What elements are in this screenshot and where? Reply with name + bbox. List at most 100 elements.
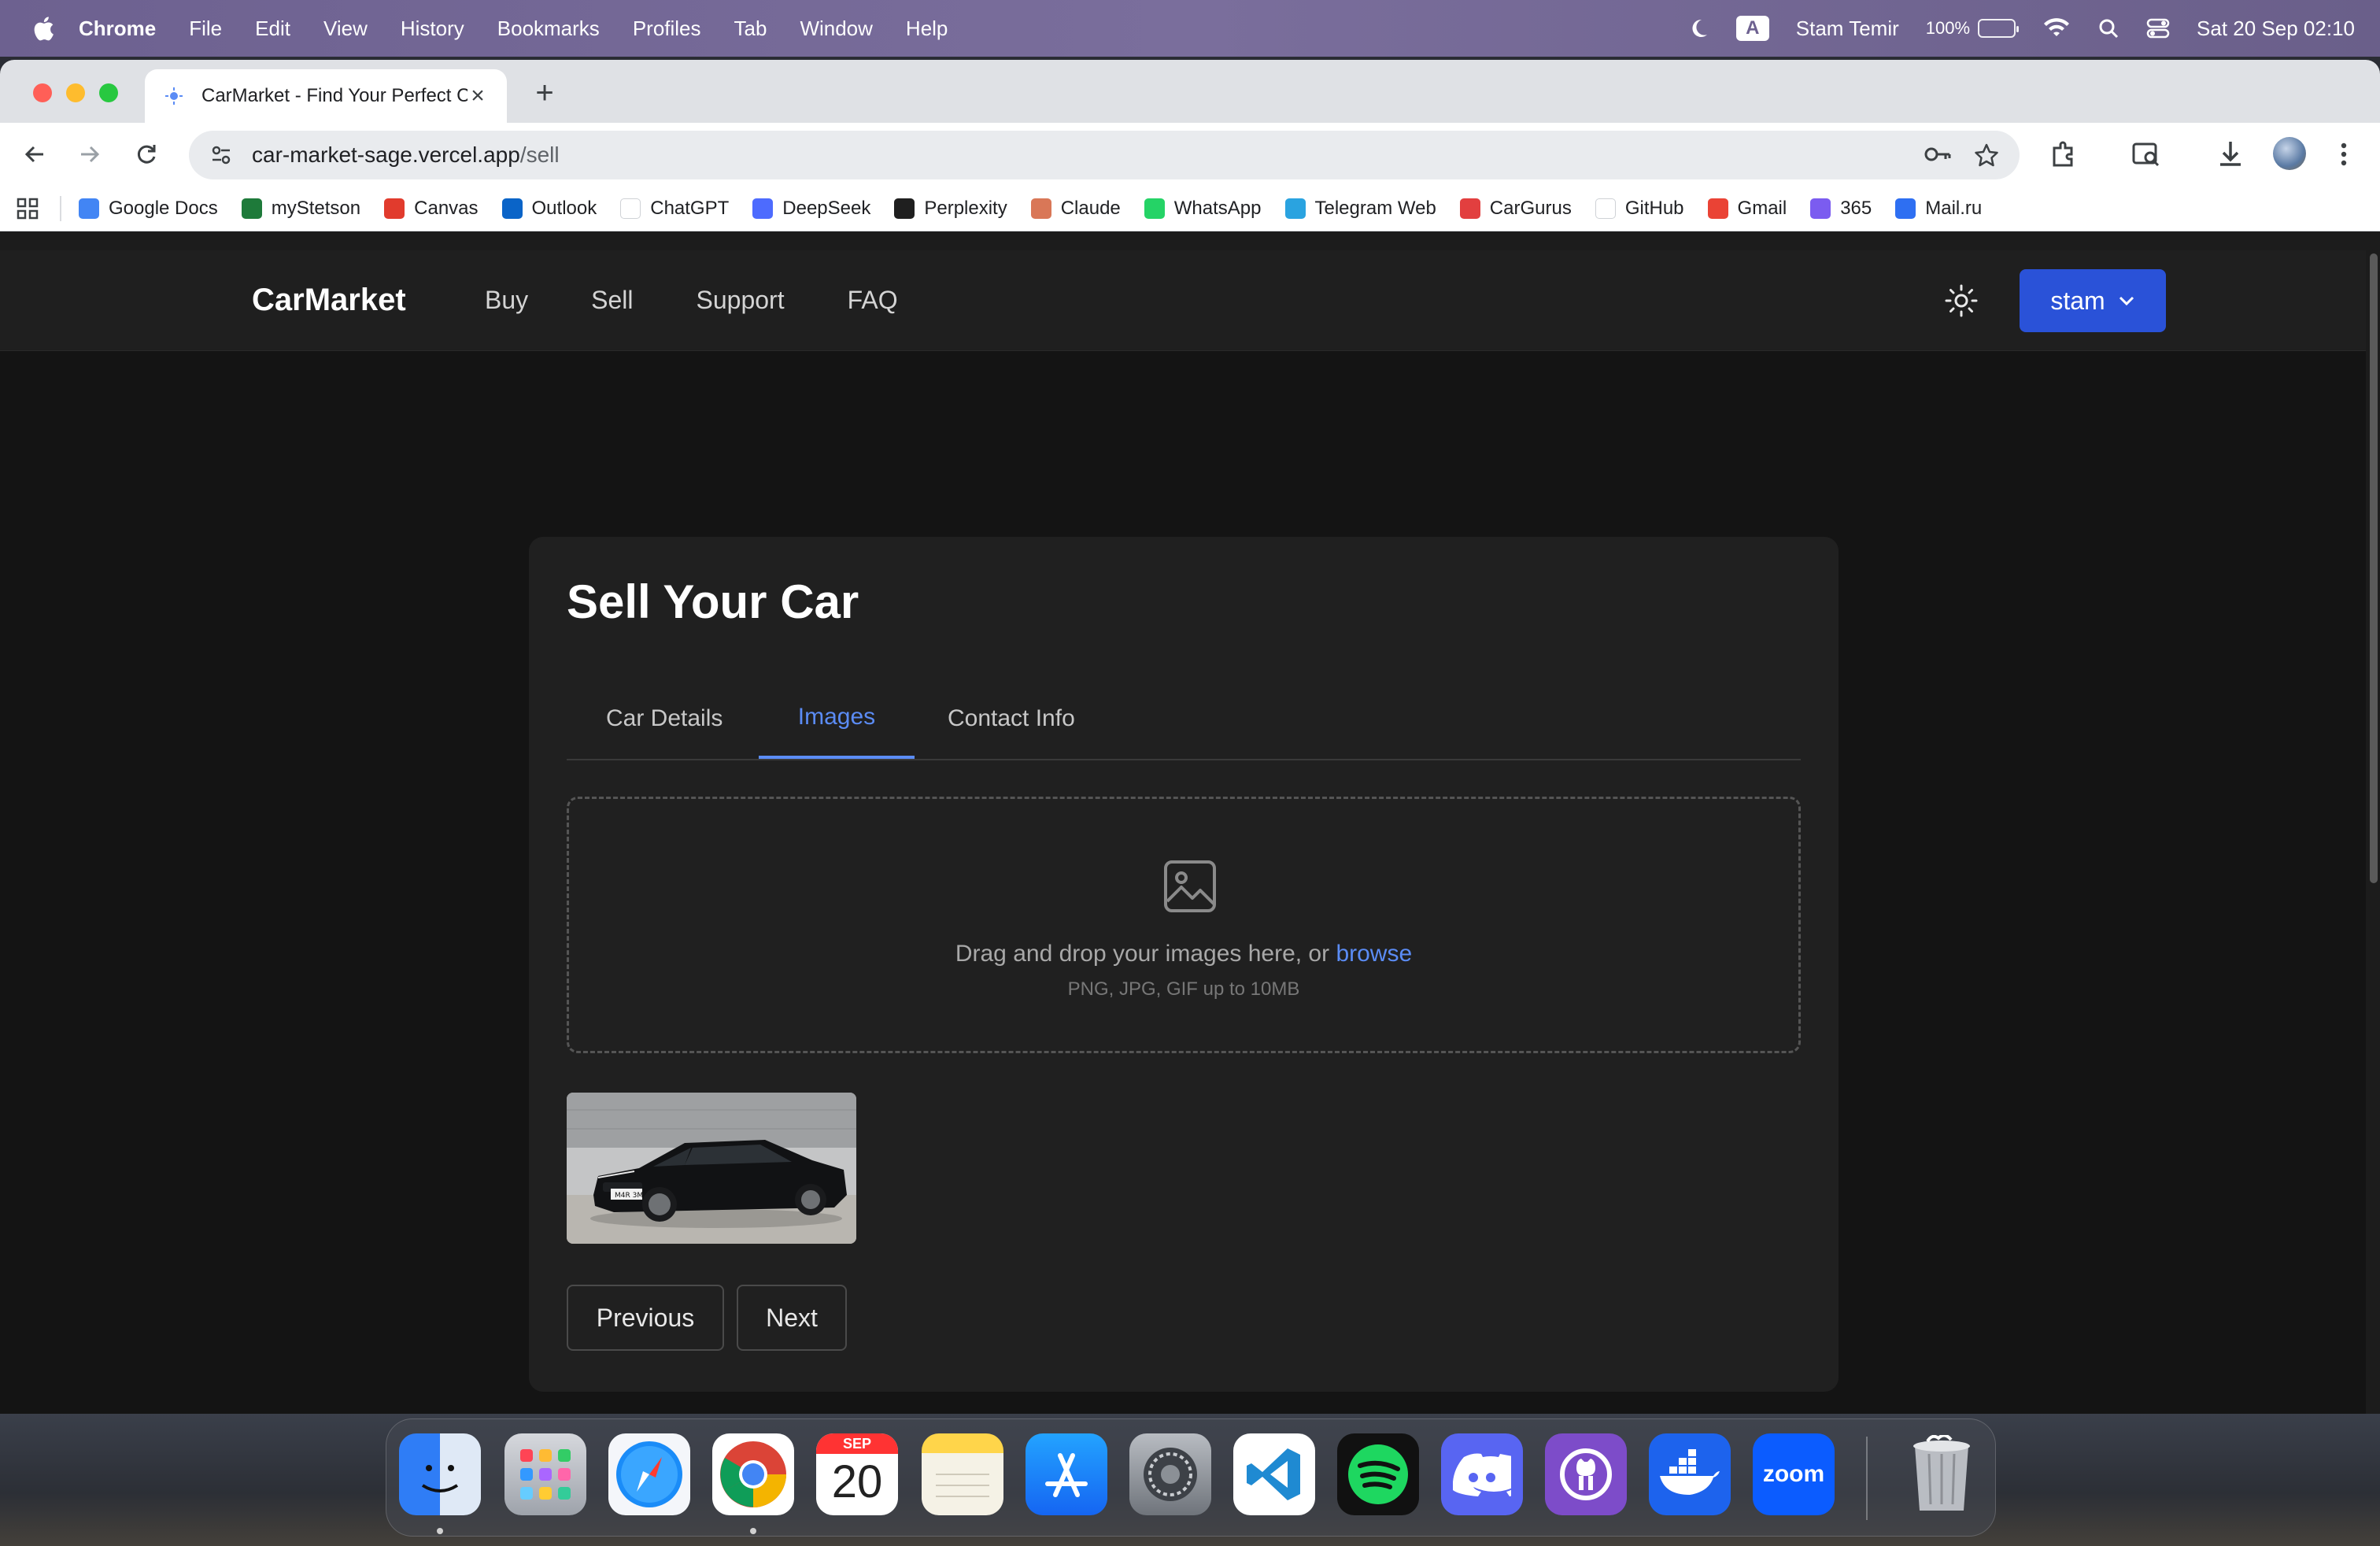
profile-avatar[interactable] [2273,137,2306,170]
chrome-icon[interactable] [712,1433,794,1515]
menubar-user-name[interactable]: Stam Temir [1796,17,1899,41]
tab-close-icon[interactable]: × [468,84,488,108]
nav-support[interactable]: Support [697,286,785,315]
wifi-icon[interactable] [2042,17,2071,39]
bookmark-outlook[interactable]: Outlook [501,198,597,220]
zoom-icon[interactable]: zoom [1753,1433,1835,1515]
forward-button[interactable] [72,137,107,172]
bookmark-telegram-web[interactable]: Telegram Web [1284,198,1436,220]
notes-icon[interactable] [922,1433,1003,1515]
do-not-disturb-moon-icon[interactable] [1687,17,1709,39]
menu-bookmarks[interactable]: Bookmarks [497,17,600,41]
downloads-icon[interactable] [2216,139,2245,168]
calendar-icon[interactable]: SEP 20 [816,1433,898,1515]
menu-app-chrome[interactable]: Chrome [79,17,156,41]
menu-help[interactable]: Help [906,17,948,41]
finder-icon[interactable] [399,1433,481,1515]
tab-search-icon[interactable] [2131,140,2161,168]
bookmark-label: myStetson [271,197,361,219]
deepseek-icon [752,198,774,219]
menu-file[interactable]: File [189,17,222,41]
apple-logo-icon[interactable] [31,15,55,42]
extensions-puzzle-icon[interactable] [2049,140,2078,168]
menu-tab[interactable]: Tab [734,17,767,41]
apps-grid-icon[interactable] [16,197,39,220]
page-scrollbar[interactable] [2366,250,2380,1414]
trash-bin-icon [1913,1435,1970,1511]
url-text[interactable]: car-market-sage.vercel.app/sell [252,142,1924,168]
bookmark-label: DeepSeek [782,197,871,219]
chrome-menu-kebab-icon[interactable] [2336,140,2352,168]
battery-percent: 100% [1925,18,1971,38]
menu-profiles[interactable]: Profiles [633,17,701,41]
image-dropzone[interactable]: Drag and drop your images here, or brows… [567,797,1801,1053]
bookmark-claude[interactable]: Claude [1030,198,1121,220]
back-button[interactable] [17,137,52,172]
password-key-icon[interactable] [1924,142,1952,166]
menu-history[interactable]: History [401,17,464,41]
trash-icon[interactable] [1901,1433,1983,1515]
bookmark-list: Google Docs myStetson Canvas Outlook ChatGPT… [79,198,2005,220]
tab-contact-info[interactable]: Contact Info [948,705,1089,760]
tab-car-details[interactable]: Car Details [606,705,724,760]
nav-sell[interactable]: Sell [591,286,633,315]
github-desktop-icon[interactable] [1545,1433,1627,1515]
discord-icon[interactable] [1441,1433,1523,1515]
browser-tab-carmarket[interactable]: CarMarket - Find Your Perfect Car × [145,69,507,123]
bookmark-github[interactable]: GitHub [1595,198,1684,220]
bookmark-mail-ru[interactable]: Mail.ru [1895,198,1982,220]
input-source-icon[interactable]: A [1735,16,1769,41]
window-controls [33,83,118,102]
menu-window[interactable]: Window [800,17,872,41]
bookmark-cargurus[interactable]: CarGurus [1459,198,1572,220]
bookmark-google-docs[interactable]: Google Docs [79,198,218,220]
bookmark-gmail[interactable]: Gmail [1707,198,1787,220]
bookmark-star-icon[interactable] [1974,142,1999,168]
uploaded-image-thumbnail[interactable]: M4R 3M [567,1093,856,1244]
battery-status[interactable]: 100% [1925,18,2020,39]
spotlight-search-icon[interactable] [2097,17,2119,39]
user-menu-button[interactable]: stam [2020,269,2166,332]
bookmark-365[interactable]: 365 [1810,198,1872,220]
bookmark-whatsapp[interactable]: WhatsApp [1144,198,1262,220]
site-info-icon[interactable] [209,143,233,167]
browser-toolbar: car-market-sage.vercel.app/sell [0,123,2380,186]
address-bar[interactable]: car-market-sage.vercel.app/sell [189,131,2020,179]
window-close-button[interactable] [33,83,52,102]
tab-images[interactable]: Images [759,704,915,759]
bookmark-label: Google Docs [109,197,218,219]
safari-icon[interactable] [608,1433,690,1515]
control-center-icon[interactable] [2146,17,2170,39]
menu-view[interactable]: View [323,17,368,41]
next-button[interactable]: Next [737,1285,847,1351]
docker-icon[interactable] [1649,1433,1731,1515]
spotify-icon[interactable] [1337,1433,1419,1515]
site-logo[interactable]: CarMarket [252,283,406,318]
window-minimize-button[interactable] [66,83,85,102]
calendar-day: 20 [831,1456,883,1507]
previous-button[interactable]: Previous [567,1285,724,1351]
scrollbar-thumb[interactable] [2370,253,2378,883]
bookmark-deepseek[interactable]: DeepSeek [752,198,870,220]
menu-edit[interactable]: Edit [255,17,290,41]
system-settings-icon[interactable] [1129,1433,1211,1515]
nav-faq[interactable]: FAQ [848,286,898,315]
bookmark-perplexity[interactable]: Perplexity [894,198,1007,220]
bookmark-canvas[interactable]: Canvas [384,198,479,220]
whatsapp-icon [1144,198,1165,219]
back-arrow-icon [24,146,43,163]
theme-toggle-sun-icon[interactable] [1944,283,1979,318]
nav-buy[interactable]: Buy [485,286,528,315]
menubar-clock[interactable]: Sat 20 Sep 02:10 [2197,17,2355,41]
browse-link[interactable]: browse [1336,941,1412,967]
app-store-icon[interactable] [1026,1433,1107,1515]
launchpad-icon[interactable] [504,1433,586,1515]
new-tab-button[interactable]: + [529,77,560,109]
bookmark-chatgpt[interactable]: ChatGPT [620,198,729,220]
bookmark-mystetson[interactable]: myStetson [241,197,361,220]
finder-face-icon [421,1465,459,1492]
vscode-logo-icon [1247,1448,1300,1500]
window-maximize-button[interactable] [99,83,118,102]
reload-button[interactable] [129,137,164,172]
vscode-icon[interactable] [1233,1433,1315,1515]
